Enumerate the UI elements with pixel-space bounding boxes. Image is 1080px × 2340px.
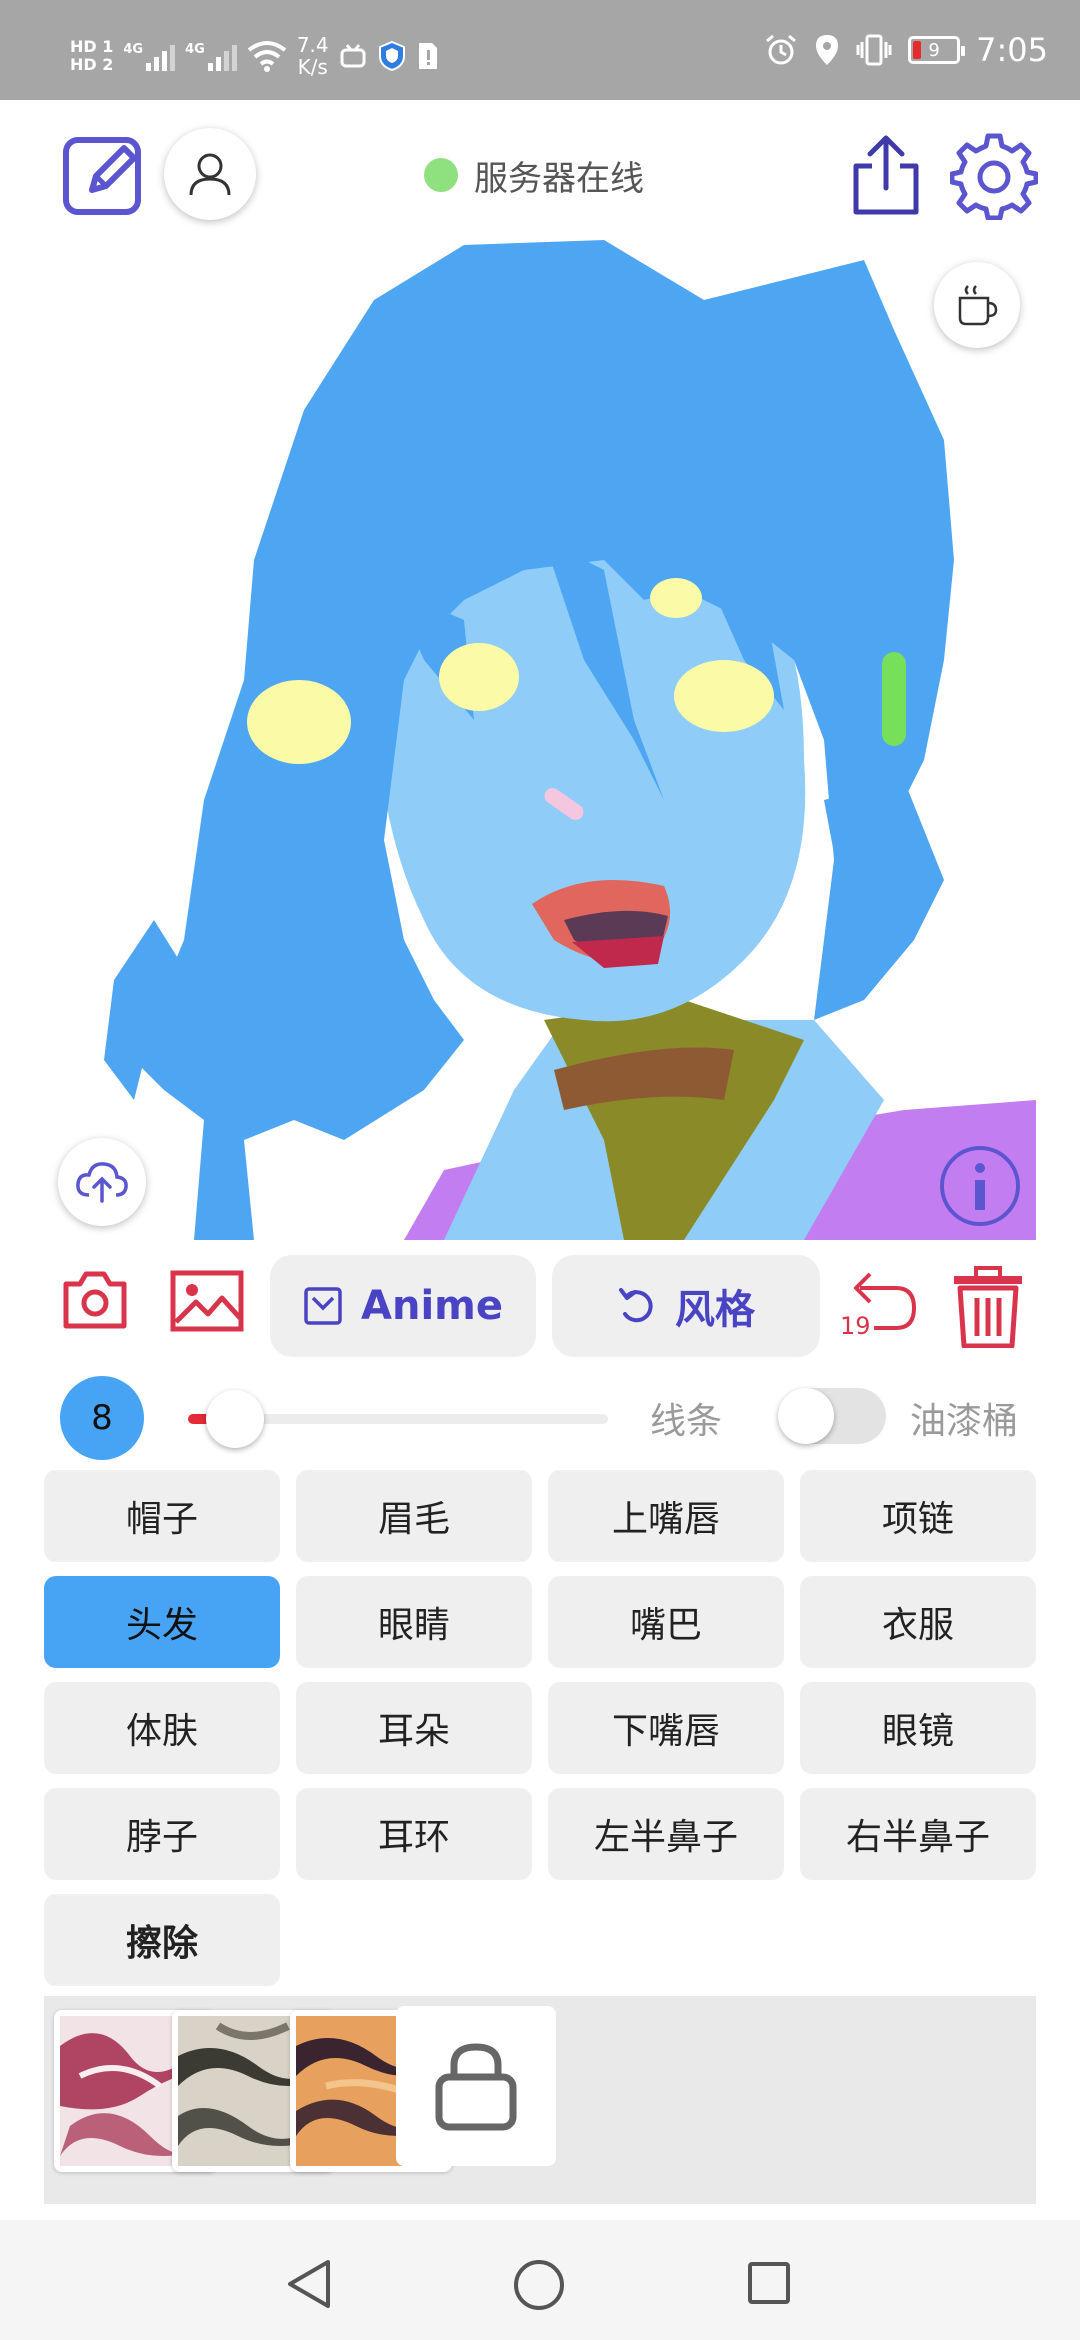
bilibili-tv-icon [340,44,366,68]
part-button-right-nose[interactable]: 右半鼻子 [800,1788,1036,1880]
sim1-label: HD 1 [70,37,114,56]
part-button-erase[interactable]: 擦除 [44,1894,280,1986]
undo-style-icon [619,1288,653,1323]
battery-icon: 9 [908,36,966,64]
sim-labels: HD 1 HD 2 [70,38,113,74]
part-button-hat[interactable]: 帽子 [44,1470,280,1562]
part-button-glasses[interactable]: 眼镜 [800,1682,1036,1774]
part-selector-grid: 帽子 眉毛 上嘴唇 项链 头发 眼睛 嘴巴 衣服 体肤 耳朵 下嘴唇 眼镜 脖子… [44,1470,1036,1986]
nav-recent-button[interactable] [746,2260,792,2306]
net-speed: 7.4 K/s [296,33,329,79]
part-button-skin[interactable]: 体肤 [44,1682,280,1774]
nav-back-button[interactable] [282,2256,336,2312]
signal-2-icon: 4G [185,41,237,71]
style-label: 风格 [675,1287,755,1333]
sim-alert-icon [418,43,437,69]
nav-home-button[interactable] [512,2258,566,2312]
shield-icon [378,40,405,72]
coffee-cup-icon [958,285,998,326]
style-button[interactable]: 风格 [552,1255,820,1357]
coffee-button[interactable] [934,262,1020,348]
share-icon [853,135,919,215]
edit-icon [63,137,141,215]
cloud-upload-button[interactable] [58,1138,146,1226]
part-button-clothes[interactable]: 衣服 [800,1576,1036,1668]
part-button-necklace[interactable]: 项链 [800,1470,1036,1562]
anime-drawing [104,240,1036,1240]
trash-icon [954,1266,1022,1349]
slider-thumb[interactable] [206,1390,265,1448]
texture-panel [44,1996,1036,2204]
paint-bucket-toggle[interactable] [778,1388,886,1444]
anime-mode-button[interactable]: Anime [270,1255,536,1357]
settings-button[interactable] [949,132,1039,221]
part-button-upper-lip[interactable]: 上嘴唇 [548,1470,784,1562]
lock-icon [435,2043,517,2131]
user-button[interactable] [164,128,256,220]
undo-count: 19 [840,1312,871,1340]
home-icon [514,2260,564,2310]
info-icon [940,1146,1020,1226]
location-icon [816,35,839,65]
texture-locked[interactable] [396,2006,556,2166]
user-icon [189,153,231,196]
vibrate-icon [856,34,892,66]
camera-button[interactable] [62,1270,128,1330]
drawing-canvas[interactable] [44,240,1036,1240]
clear-button[interactable] [950,1266,1026,1349]
status-left: HD 1 HD 2 4G 4G 7.4 K/s [70,28,439,84]
info-button[interactable] [938,1144,1022,1228]
gallery-button[interactable] [170,1270,244,1332]
brush-size-slider[interactable] [188,1390,608,1448]
edit-button[interactable] [62,132,148,218]
part-button-lower-lip[interactable]: 下嘴唇 [548,1682,784,1774]
server-status: 服务器在线 [424,150,644,200]
part-button-eyebrows[interactable]: 眉毛 [296,1470,532,1562]
part-button-eyes[interactable]: 眼睛 [296,1576,532,1668]
signal-1-icon: 4G [123,41,176,71]
sim2-label: HD 2 [70,55,114,74]
brush-size-indicator: 8 [60,1376,144,1460]
server-status-text: 服务器在线 [474,158,644,199]
cloud-upload-icon [76,1162,128,1203]
recent-apps-icon [748,2262,790,2304]
system-nav-bar [0,2220,1080,2340]
part-button-mouth[interactable]: 嘴巴 [548,1576,784,1668]
status-bar: HD 1 HD 2 4G 4G 7.4 K/s 9 7:05 [0,0,1080,100]
back-icon [288,2260,330,2308]
part-button-ears[interactable]: 耳朵 [296,1682,532,1774]
alarm-icon [766,34,797,65]
share-button[interactable] [846,132,926,218]
toggle-knob [778,1388,834,1444]
clock: 7:05 [976,31,1048,69]
gear-icon [949,133,1039,221]
image-icon [170,1270,244,1332]
part-button-neck[interactable]: 脖子 [44,1788,280,1880]
anime-box-icon [304,1287,342,1325]
camera-icon [63,1271,127,1329]
server-status-dot [424,158,458,192]
part-button-earrings[interactable]: 耳环 [296,1788,532,1880]
paint-bucket-label: 油漆桶 [910,1401,1019,1442]
wifi-icon [247,41,287,72]
part-button-hair[interactable]: 头发 [44,1576,280,1668]
part-button-left-nose[interactable]: 左半鼻子 [548,1788,784,1880]
status-right: 9 7:05 [764,30,1048,70]
line-mode-label: 线条 [650,1401,723,1442]
anime-label: Anime [361,1283,503,1329]
